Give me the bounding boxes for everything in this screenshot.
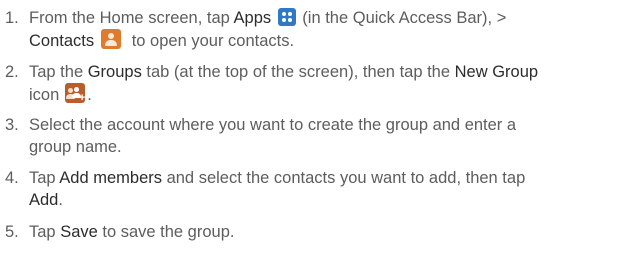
step-text-run: Tap <box>29 169 60 187</box>
step-number: 4. <box>5 169 19 187</box>
step-text-run: icon <box>29 86 60 104</box>
step-text-run: From the Home screen, tap <box>29 9 234 27</box>
step-text-run: to open your contacts. <box>127 32 295 50</box>
apps-grid-icon <box>277 8 296 26</box>
step-text: From the Home screen, tap Apps (in the Q… <box>29 7 614 52</box>
contacts-label: Contacts <box>29 32 95 50</box>
step-text-run: . <box>58 191 63 209</box>
groups-label: Groups <box>87 63 142 81</box>
step-text: Tap Save to save the group. <box>29 221 614 243</box>
save-label: Save <box>60 223 98 241</box>
apps-label: Apps <box>233 9 272 27</box>
step-number: 2. <box>5 63 19 81</box>
step-line: Tap Add members and select the contacts … <box>29 167 614 189</box>
step-line: group name. <box>29 138 122 156</box>
step-text: Tap Add members and select the contacts … <box>29 167 614 211</box>
step-text-run: Tap <box>29 223 61 241</box>
step-text-run: Tap the <box>29 63 88 81</box>
step-line: Tap the Groups tab (at the top of the sc… <box>29 61 614 83</box>
contacts-person-icon <box>101 29 122 49</box>
step-line: Select the account where you want to cre… <box>29 116 517 134</box>
step-text-run: . <box>87 86 92 104</box>
new-group-icon: + <box>65 83 86 104</box>
step-number: 3. <box>5 116 19 134</box>
step-line: Tap Save to save the group. <box>29 221 614 243</box>
step-text: Select the account where you want to cre… <box>29 114 614 158</box>
step-line: From the Home screen, tap Apps (in the Q… <box>29 7 614 29</box>
step-text: Tap the Groups tab (at the top of the sc… <box>29 61 614 106</box>
step-line: Contacts to open your contacts. <box>29 29 614 52</box>
step-text-run: tab (at the top of the screen), then tap… <box>141 63 455 81</box>
step-line: Add. <box>29 189 614 211</box>
step-line: icon +. <box>29 83 614 106</box>
add-members-label: Add members <box>59 169 162 187</box>
step-text-run: and select the contacts you want to add,… <box>162 169 526 187</box>
step-number: 1. <box>5 9 19 27</box>
add-label: Add <box>29 191 59 209</box>
step-text-run: (in the Quick Access Bar), > <box>297 9 507 27</box>
new-group-label: New Group <box>454 63 539 81</box>
step-number: 5. <box>5 223 19 241</box>
step-text-run: to save the group. <box>97 223 235 241</box>
